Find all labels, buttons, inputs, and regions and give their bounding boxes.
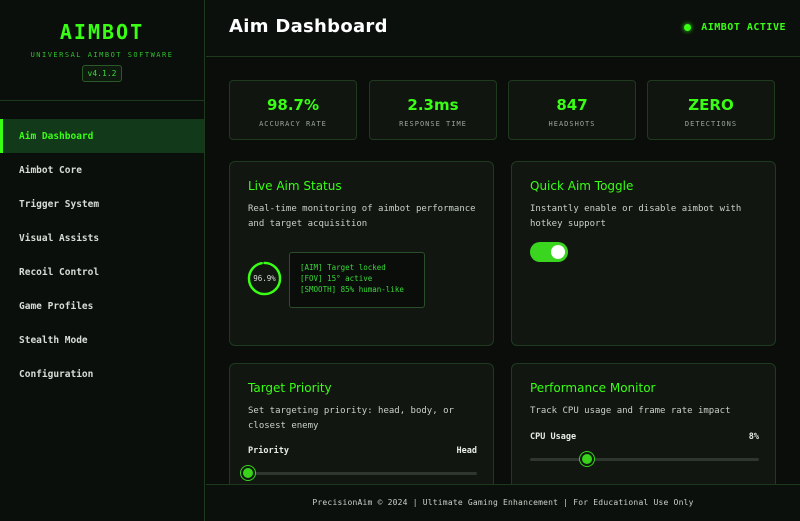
stat-value: 98.7% <box>266 96 320 114</box>
card-title: Quick Aim Toggle <box>530 179 634 193</box>
stat-card-headshots: 847 HEADSHOTS <box>508 80 636 140</box>
quick-aim-toggle-card: Quick Aim Toggle Instantly enable or dis… <box>511 161 776 346</box>
sidebar-item-recoil-control[interactable]: Recoil Control <box>0 255 204 289</box>
aimbot-toggle-switch[interactable] <box>530 242 568 262</box>
page-title: Aim Dashboard <box>229 16 388 37</box>
priority-row: Priority Head <box>248 446 477 456</box>
stat-card-response-time: 2.3ms RESPONSE TIME <box>369 80 497 140</box>
log-line: [FOV] 15° active <box>300 274 373 283</box>
stat-label: RESPONSE TIME <box>399 120 467 128</box>
app-logo-title: AIMBOT <box>59 20 145 44</box>
sidebar-item-visual-assists[interactable]: Visual Assists <box>0 221 204 255</box>
target-priority-card: Target Priority Set targeting priority: … <box>229 363 494 503</box>
sidebar-nav: Aim Dashboard Aimbot Core Trigger System… <box>0 119 204 391</box>
stat-label: ACCURACY RATE <box>259 120 327 128</box>
top-header: Aim Dashboard AIMBOT ACTIVE <box>206 0 800 57</box>
ring-value: 96.9% <box>253 274 276 283</box>
aim-log-console: [AIM] Target locked [FOV] 15° active [SM… <box>289 252 425 308</box>
stat-value: 2.3ms <box>407 96 459 114</box>
toggle-knob <box>551 245 565 259</box>
card-description: Real-time monitoring of aimbot performan… <box>248 204 476 229</box>
card-description: Track CPU usage and frame rate impact <box>530 406 731 416</box>
priority-label: Priority <box>248 446 289 456</box>
footer: PrecisionAim © 2024 | Ultimate Gaming En… <box>206 484 800 521</box>
sidebar-item-aim-dashboard[interactable]: Aim Dashboard <box>0 119 204 153</box>
stat-card-detections: ZERO DETECTIONS <box>647 80 775 140</box>
performance-monitor-card: Performance Monitor Track CPU usage and … <box>511 363 776 503</box>
sidebar-item-aimbot-core[interactable]: Aimbot Core <box>0 153 204 187</box>
priority-slider-thumb[interactable] <box>241 466 255 480</box>
sidebar-item-configuration[interactable]: Configuration <box>0 357 204 391</box>
app-subtitle: UNIVERSAL AIMBOT SOFTWARE <box>30 51 174 59</box>
status-dot-icon <box>684 24 692 31</box>
log-line: [SMOOTH] 85% human-like <box>300 285 404 294</box>
stat-card-accuracy: 98.7% ACCURACY RATE <box>229 80 357 140</box>
card-description: Instantly enable or disable aimbot with … <box>530 204 742 229</box>
status-indicator: AIMBOT ACTIVE <box>684 22 786 33</box>
card-title: Live Aim Status <box>248 179 342 193</box>
live-aim-status-card: Live Aim Status Real-time monitoring of … <box>229 161 494 346</box>
status-text: AIMBOT ACTIVE <box>701 22 786 33</box>
sidebar-item-game-profiles[interactable]: Game Profiles <box>0 289 204 323</box>
cpu-label: CPU Usage <box>530 432 577 442</box>
sidebar: AIMBOT UNIVERSAL AIMBOT SOFTWARE v4.1.2 … <box>0 0 205 521</box>
sidebar-item-trigger-system[interactable]: Trigger System <box>0 187 204 221</box>
card-title: Target Priority <box>248 381 332 395</box>
stat-value: 847 <box>556 96 588 114</box>
cpu-value: 8% <box>748 432 759 442</box>
card-description: Set targeting priority: head, body, or c… <box>248 406 454 431</box>
stat-label: DETECTIONS <box>684 120 738 128</box>
log-line: [AIM] Target locked <box>300 263 386 272</box>
cpu-slider-thumb[interactable] <box>580 452 595 466</box>
card-title: Performance Monitor <box>530 381 656 395</box>
stat-value: ZERO <box>688 96 734 114</box>
cpu-row: CPU Usage 8% <box>530 432 759 442</box>
sidebar-item-stealth-mode[interactable]: Stealth Mode <box>0 323 204 357</box>
version-badge: v4.1.2 <box>81 65 123 82</box>
cpu-slider[interactable] <box>530 452 759 466</box>
priority-slider[interactable] <box>241 466 477 480</box>
brand-header: AIMBOT UNIVERSAL AIMBOT SOFTWARE v4.1.2 <box>0 0 204 101</box>
stat-label: HEADSHOTS <box>548 120 596 128</box>
priority-value: Head <box>456 446 477 456</box>
